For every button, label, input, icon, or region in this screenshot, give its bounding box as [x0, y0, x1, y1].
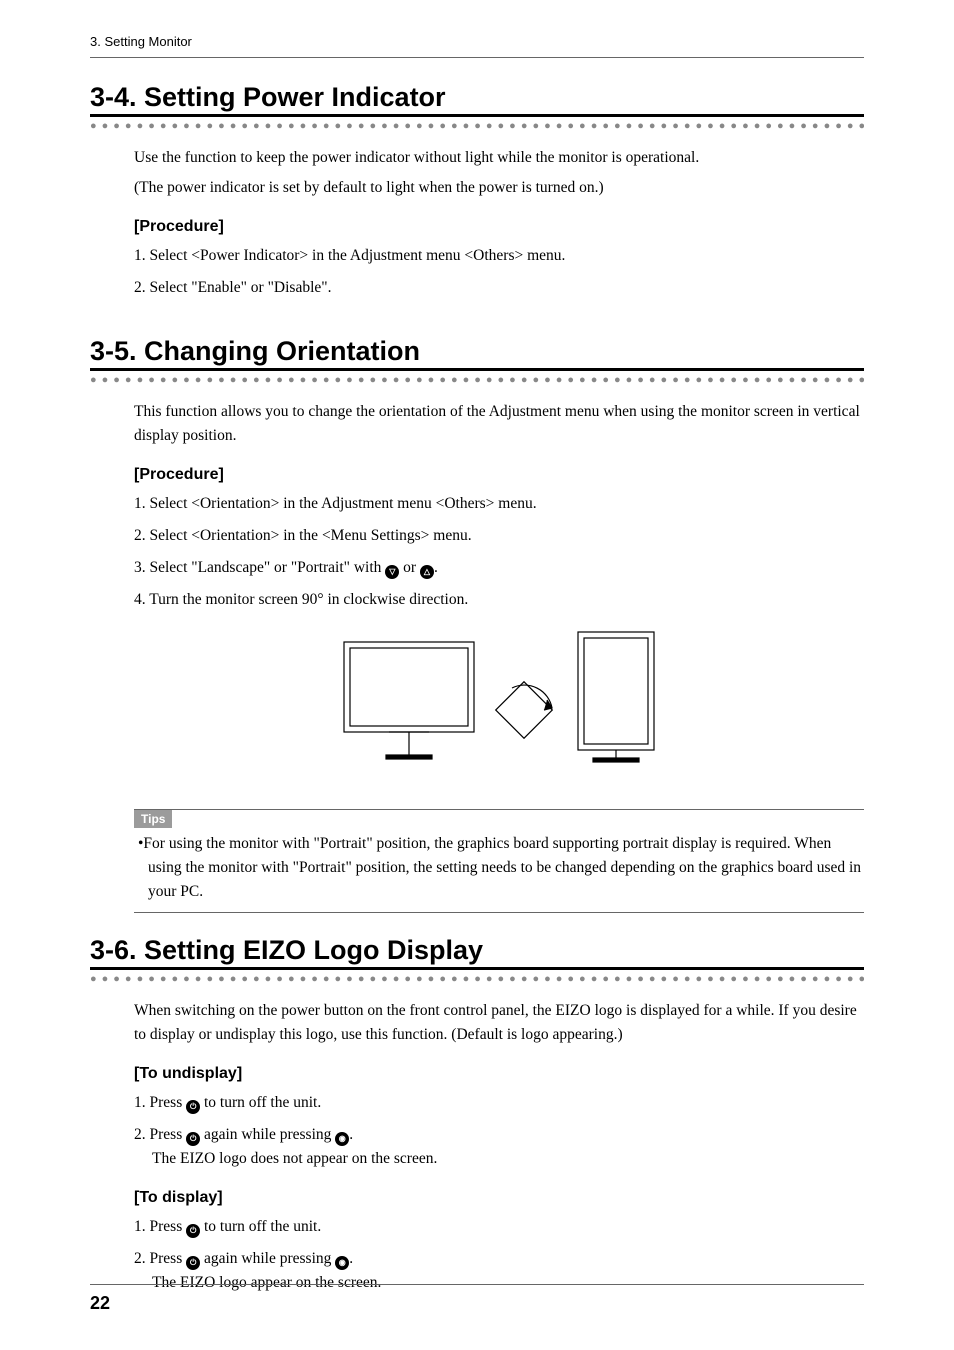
enter-icon: ◉ [335, 1256, 349, 1270]
tip-item-1: •For using the monitor with "Portrait" p… [134, 832, 864, 904]
power-icon: ⏻ [186, 1256, 200, 1270]
para-3-4-2: (The power indicator is set by default t… [134, 176, 864, 200]
tips-label: Tips [134, 810, 172, 828]
para-3-4-1: Use the function to keep the power indic… [134, 146, 864, 170]
step-text: . [349, 1250, 353, 1267]
procedure-heading-3-4: [Procedure] [134, 218, 864, 236]
step-display-1: 1. Press ⏻ to turn off the unit. [134, 1215, 864, 1239]
header-rule [90, 57, 864, 58]
step-text: 2. Press [134, 1250, 186, 1267]
dotted-rule: ●●●●●●●●●●●●●●●●●●●●●●●●●●●●●●●●●●●●●●●●… [90, 120, 864, 132]
dotted-rule: ●●●●●●●●●●●●●●●●●●●●●●●●●●●●●●●●●●●●●●●●… [90, 374, 864, 386]
step-text: . [349, 1126, 353, 1143]
step-text: to turn off the unit. [200, 1094, 321, 1111]
enter-icon: ◉ [335, 1132, 349, 1146]
heading-3-6: 3-6. Setting EIZO Logo Display [90, 935, 864, 970]
step-text: 1. Press [134, 1218, 186, 1235]
step-text: 3. Select "Landscape" or "Portrait" with [134, 559, 385, 576]
down-icon: ▽ [385, 565, 399, 579]
page-footer: 22 [90, 1284, 864, 1314]
power-icon: ⏻ [186, 1100, 200, 1114]
dotted-rule: ●●●●●●●●●●●●●●●●●●●●●●●●●●●●●●●●●●●●●●●●… [90, 973, 864, 985]
step-undisplay-2: 2. Press ⏻ again while pressing ◉. The E… [134, 1123, 864, 1171]
step-text: 2. Press [134, 1126, 186, 1143]
power-icon: ⏻ [186, 1224, 200, 1238]
procedure-heading-3-5: [Procedure] [134, 466, 864, 484]
heading-3-5: 3-5. Changing Orientation [90, 336, 864, 371]
running-header: 3. Setting Monitor [90, 34, 864, 49]
step-3-5-1: 1. Select <Orientation> in the Adjustmen… [134, 492, 864, 516]
step-sub: The EIZO logo does not appear on the scr… [134, 1147, 864, 1171]
step-3-4-1: 1. Select <Power Indicator> in the Adjus… [134, 244, 864, 268]
heading-3-4: 3-4. Setting Power Indicator [90, 82, 864, 117]
step-3-4-2: 2. Select "Enable" or "Disable". [134, 276, 864, 300]
step-3-5-2: 2. Select <Orientation> in the <Menu Set… [134, 524, 864, 548]
up-icon: △ [420, 565, 434, 579]
step-text: or [399, 559, 420, 576]
step-text: 1. Press [134, 1094, 186, 1111]
step-text: to turn off the unit. [200, 1218, 321, 1235]
para-3-6-1: When switching on the power button on th… [134, 999, 864, 1047]
power-icon: ⏻ [186, 1132, 200, 1146]
step-undisplay-1: 1. Press ⏻ to turn off the unit. [134, 1091, 864, 1115]
para-3-5-1: This function allows you to change the o… [134, 400, 864, 448]
step-text: again while pressing [200, 1126, 335, 1143]
step-text: . [434, 559, 438, 576]
to-display-heading: [To display] [134, 1189, 864, 1207]
tips-box: Tips •For using the monitor with "Portra… [134, 809, 864, 913]
page-number: 22 [90, 1293, 110, 1313]
step-3-5-3: 3. Select "Landscape" or "Portrait" with… [134, 556, 864, 580]
step-text: again while pressing [200, 1250, 335, 1267]
orientation-diagram [134, 630, 864, 795]
to-undisplay-heading: [To undisplay] [134, 1065, 864, 1083]
step-3-5-4: 4. Turn the monitor screen 90° in clockw… [134, 588, 864, 612]
